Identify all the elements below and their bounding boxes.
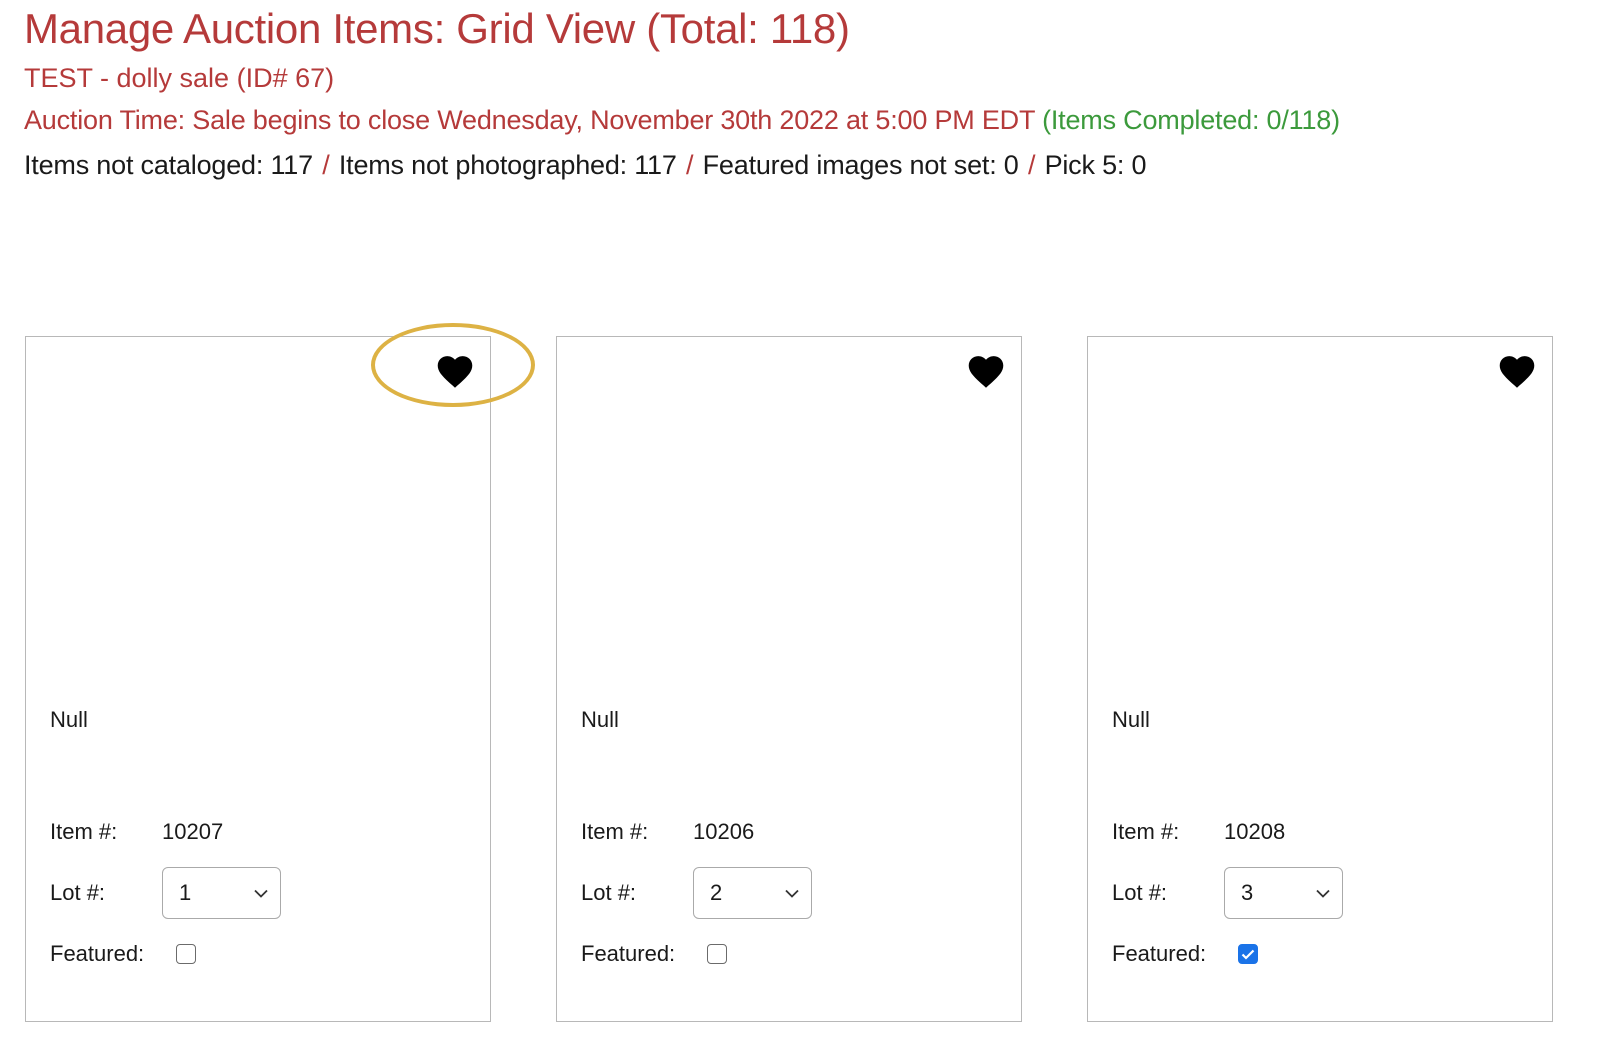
item-title: Null (50, 707, 88, 732)
item-card: Null Item #: 10206 Lot #: 2 Featured: (556, 336, 1022, 1022)
favorite-button[interactable] (1496, 351, 1538, 389)
featured-row: Featured: (581, 939, 727, 969)
lot-label: Lot #: (50, 880, 106, 905)
featured-checkbox[interactable] (707, 944, 727, 964)
stat-separator: / (1027, 150, 1036, 180)
stat-not-photographed: Items not photographed: 117 (338, 150, 677, 180)
heart-icon (1499, 356, 1535, 388)
stat-separator: / (322, 150, 330, 180)
item-title: Null (581, 707, 619, 732)
chevron-down-icon (785, 889, 799, 898)
page-title: Manage Auction Items: Grid View (Total: … (24, 5, 850, 52)
auction-time-text: Auction Time: Sale begins to close Wedne… (24, 105, 1035, 135)
chevron-down-icon (1316, 889, 1330, 898)
lot-row: Lot #: 3 (1112, 867, 1343, 919)
item-number-label: Item #: (1112, 819, 1180, 844)
item-card: Null Item #: 10208 Lot #: 3 Featured: (1087, 336, 1553, 1022)
item-number-value: 10208 (1224, 819, 1286, 844)
sale-name: TEST - dolly sale (ID# 67) (24, 63, 335, 93)
lot-select[interactable]: 2 (693, 867, 812, 919)
heart-icon (437, 356, 473, 388)
lot-select[interactable]: 1 (162, 867, 281, 919)
item-number-label: Item #: (581, 819, 649, 844)
item-number-value: 10207 (162, 819, 224, 844)
item-number-row: Item #: 10208 (1112, 817, 1285, 847)
stat-not-cataloged: Items not cataloged: 117 (24, 150, 313, 180)
featured-row: Featured: (1112, 939, 1258, 969)
lot-label: Lot #: (1112, 880, 1168, 905)
chevron-down-icon (254, 889, 268, 898)
lot-row: Lot #: 2 (581, 867, 812, 919)
item-grid: Null Item #: 10207 Lot #: 1 Featured: Nu… (25, 323, 1585, 1036)
featured-row: Featured: (50, 939, 196, 969)
heart-icon (968, 356, 1004, 388)
favorite-button[interactable] (434, 351, 476, 389)
lot-select-value: 3 (1241, 880, 1254, 905)
favorite-button[interactable] (965, 351, 1007, 389)
items-completed: (Items Completed: 0/118) (1034, 105, 1340, 135)
checkmark-icon (1241, 949, 1255, 960)
stat-featured-not-set: Featured images not set: 0 (702, 150, 1019, 180)
featured-label: Featured: (50, 941, 145, 966)
lot-label: Lot #: (581, 880, 637, 905)
stat-separator: / (686, 150, 694, 180)
featured-label: Featured: (581, 941, 676, 966)
stat-pick5: Pick 5: 0 (1044, 150, 1147, 180)
lot-select-value: 2 (710, 880, 723, 905)
item-title: Null (1112, 707, 1150, 732)
item-number-row: Item #: 10206 (581, 817, 754, 847)
featured-checkbox[interactable] (176, 944, 196, 964)
item-card: Null Item #: 10207 Lot #: 1 Featured: (25, 323, 535, 1022)
item-number-label: Item #: (50, 819, 118, 844)
catalog-stats: Items not cataloged: 117 / Items not pho… (24, 142, 1580, 188)
lot-select[interactable]: 3 (1224, 867, 1343, 919)
auction-time: Auction Time: Sale begins to close Wedne… (24, 98, 1580, 142)
featured-label: Featured: (1112, 941, 1207, 966)
featured-checkbox[interactable] (1238, 944, 1258, 964)
lot-row: Lot #: 1 (50, 867, 281, 919)
item-number-value: 10206 (693, 819, 755, 844)
page-header: Manage Auction Items: Grid View (Total: … (24, 0, 1580, 188)
item-number-row: Item #: 10207 (50, 817, 223, 847)
lot-select-value: 1 (179, 880, 192, 905)
